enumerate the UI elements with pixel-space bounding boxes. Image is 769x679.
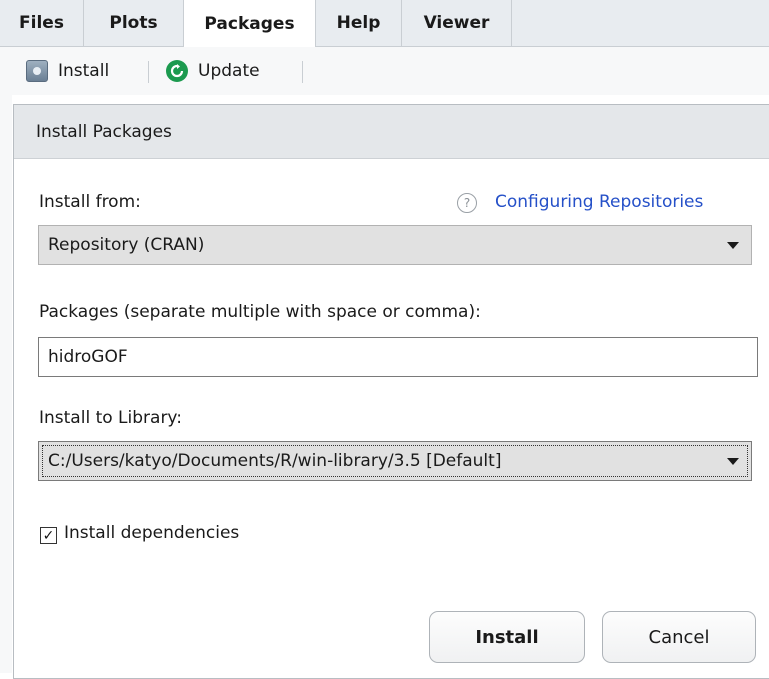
tab-help[interactable]: Help — [316, 0, 402, 46]
pane-tab-bar: Files Plots Packages Help Viewer — [0, 0, 769, 47]
refresh-icon — [166, 60, 188, 82]
chevron-down-icon — [727, 458, 739, 465]
packages-toolbar: Install Update — [0, 47, 769, 95]
install-packages-dialog: Install Packages Install from: ? Configu… — [13, 104, 769, 679]
tab-packages-label: Packages — [204, 13, 295, 34]
tab-plots[interactable]: Plots — [84, 0, 184, 46]
install-toolbar-label: Install — [58, 61, 110, 81]
packages-input-value: hidroGOF — [48, 347, 128, 367]
packages-input[interactable]: hidroGOF — [38, 337, 758, 377]
install-from-label: Install from: — [39, 192, 141, 212]
tab-viewer[interactable]: Viewer — [402, 0, 512, 46]
tab-help-label: Help — [336, 13, 381, 33]
install-toolbar-button[interactable]: Install — [26, 47, 109, 95]
library-select[interactable]: C:/Users/katyo/Documents/R/win-library/3… — [38, 441, 752, 481]
install-from-value: Repository (CRAN) — [48, 235, 205, 255]
install-to-library-label: Install to Library: — [39, 408, 182, 428]
help-icon[interactable]: ? — [457, 193, 477, 213]
tab-viewer-label: Viewer — [423, 13, 490, 33]
tab-files[interactable]: Files — [0, 0, 84, 46]
cancel-button[interactable]: Cancel — [602, 611, 756, 663]
update-toolbar-button[interactable]: Update — [166, 47, 260, 95]
install-dependencies-checkbox[interactable]: ✓ — [40, 527, 57, 544]
toolbar-separator — [302, 61, 303, 83]
chevron-down-icon — [727, 242, 739, 249]
tab-files-label: Files — [19, 13, 64, 33]
install-from-select[interactable]: Repository (CRAN) — [38, 225, 752, 265]
packages-label: Packages (separate multiple with space o… — [39, 302, 481, 322]
configuring-repositories-link[interactable]: Configuring Repositories — [495, 192, 703, 212]
library-value: C:/Users/katyo/Documents/R/win-library/3… — [48, 451, 502, 471]
update-toolbar-label: Update — [198, 61, 260, 81]
toolbar-separator — [148, 61, 149, 83]
tab-plots-label: Plots — [109, 13, 158, 33]
dialog-title: Install Packages — [36, 121, 172, 142]
tab-packages[interactable]: Packages — [184, 0, 316, 47]
install-dependencies-label[interactable]: Install dependencies — [64, 523, 239, 543]
dialog-titlebar: Install Packages — [14, 105, 769, 159]
pane-gutter — [0, 95, 12, 673]
package-icon — [26, 60, 48, 82]
install-button[interactable]: Install — [429, 611, 585, 663]
